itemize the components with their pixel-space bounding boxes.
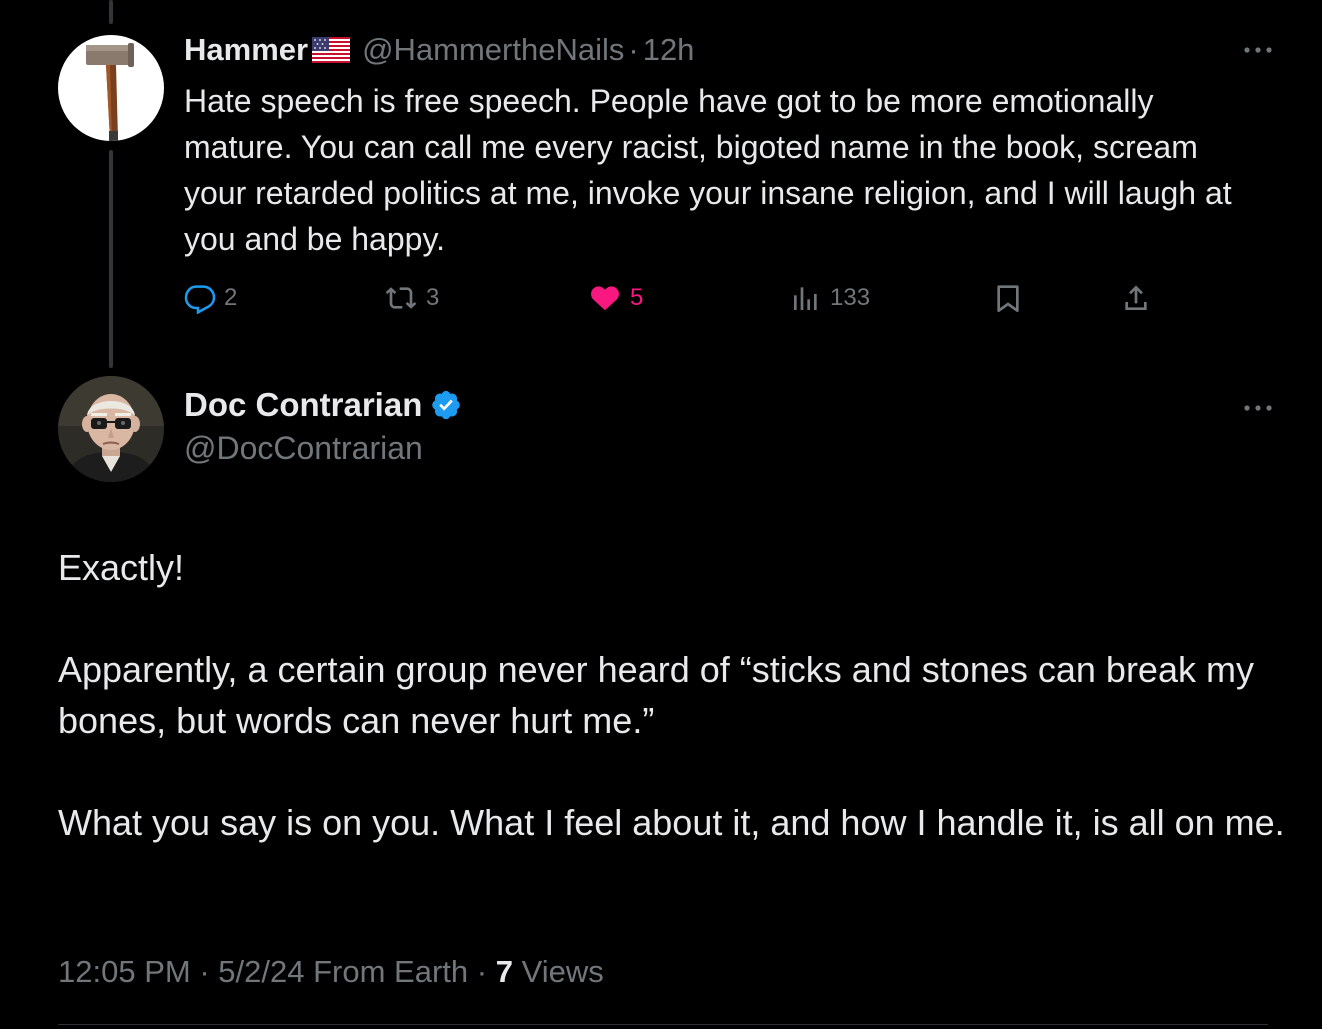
like-button[interactable]: 5 bbox=[588, 278, 643, 318]
us-flag-icon bbox=[312, 37, 351, 63]
reply-action-bar: 2 3 5 133 bbox=[184, 278, 1184, 318]
heart-icon bbox=[591, 286, 619, 311]
main-author-name[interactable]: Doc Contrarian bbox=[184, 386, 422, 424]
bookmark-icon bbox=[997, 285, 1019, 312]
reply-author-handle[interactable]: @HammertheNails bbox=[362, 32, 624, 68]
reply-separator: · bbox=[628, 32, 639, 67]
views-button[interactable]: 133 bbox=[790, 278, 870, 318]
tweet-date[interactable]: 5/2/24 bbox=[218, 954, 304, 989]
verified-badge-icon[interactable] bbox=[430, 389, 462, 421]
meta-separator-1: · bbox=[199, 954, 210, 989]
tweet-metadata: 12:05 PM · 5/2/24 From Earth · 7 Views bbox=[58, 954, 604, 990]
reply-icon bbox=[184, 285, 216, 314]
reply-author-name[interactable]: Hammer bbox=[184, 32, 308, 68]
meta-separator-2: · bbox=[476, 954, 488, 989]
main-paragraph-1: Exactly! bbox=[58, 547, 185, 588]
like-count: 5 bbox=[630, 284, 644, 311]
main-more-icon[interactable] bbox=[1236, 396, 1280, 420]
main-tweet-text: Exactly! Apparently, a certain group nev… bbox=[58, 542, 1288, 848]
repost-button[interactable]: 3 bbox=[384, 278, 439, 318]
reply-button[interactable]: 2 bbox=[184, 278, 237, 318]
thread-line-top bbox=[109, 0, 113, 24]
reply-timestamp[interactable]: 12h bbox=[643, 32, 695, 68]
main-paragraph-2: Apparently, a certain group never heard … bbox=[58, 649, 1254, 741]
doc-contrarian-avatar[interactable] bbox=[58, 376, 164, 482]
repost-count: 3 bbox=[426, 284, 440, 311]
bookmark-button[interactable] bbox=[992, 278, 1032, 318]
share-icon bbox=[1125, 285, 1147, 310]
share-button[interactable] bbox=[1120, 278, 1160, 318]
thread-line bbox=[109, 150, 113, 368]
analytics-icon bbox=[794, 287, 817, 310]
reply-more-icon[interactable] bbox=[1236, 38, 1280, 62]
tweet-views-label: Views bbox=[521, 954, 604, 989]
reply-tweet-text: Hate speech is free speech. People have … bbox=[184, 83, 1232, 257]
tweet-time[interactable]: 12:05 PM bbox=[58, 954, 191, 989]
views-count: 133 bbox=[830, 284, 871, 311]
main-paragraph-3: What you say is on you. What I feel abou… bbox=[58, 802, 1285, 843]
reply-count: 2 bbox=[224, 284, 238, 311]
tweet-source: From Earth bbox=[313, 954, 469, 989]
main-author-handle[interactable]: @DocContrarian bbox=[184, 430, 423, 467]
hammer-avatar[interactable] bbox=[58, 35, 164, 141]
tweet-views-count[interactable]: 7 bbox=[496, 954, 513, 989]
bottom-divider bbox=[58, 1024, 1268, 1025]
repost-icon bbox=[385, 287, 417, 309]
